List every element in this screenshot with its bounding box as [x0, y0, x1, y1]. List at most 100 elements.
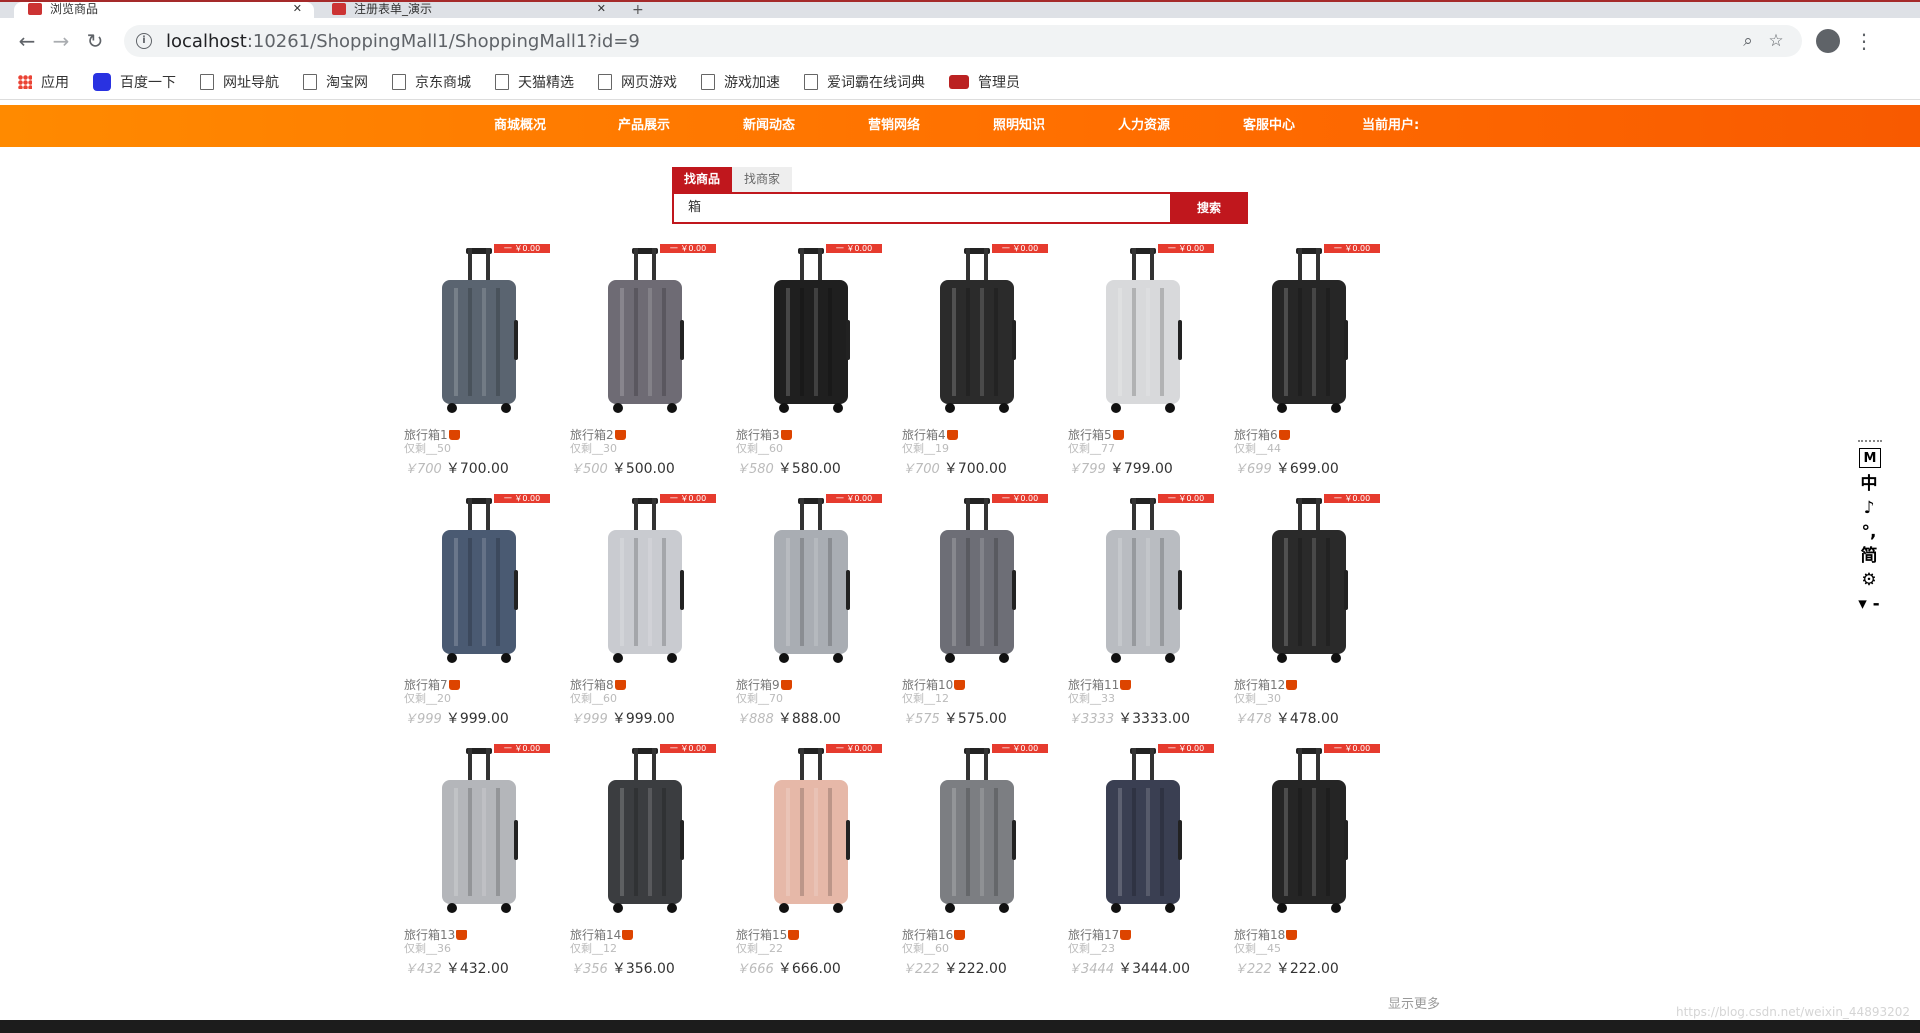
product-image[interactable] — [1234, 490, 1384, 670]
discount-tag: 一 ￥0.00 — [826, 744, 882, 753]
ime-simplified-icon[interactable]: 简 — [1858, 544, 1880, 568]
product-card[interactable]: 一 ￥0.00 旅行箱18 仅剩__45 ￥222 ￥222.00 — [1234, 740, 1384, 980]
product-card[interactable]: 一 ￥0.00 旅行箱7 仅剩__20 ￥999 ￥999.00 — [404, 490, 554, 730]
show-more-link[interactable]: 显示更多 — [1388, 993, 1440, 1012]
page-icon — [303, 73, 317, 90]
url-text[interactable]: localhost:10261/ShoppingMall1/ShoppingMa… — [166, 31, 1734, 52]
nav-item-products[interactable]: 产品展示 — [618, 105, 670, 147]
product-card[interactable]: 一 ￥0.00 旅行箱17 仅剩__23 ￥3444 ￥3444.00 — [1068, 740, 1218, 980]
bookmark-item[interactable]: 网址导航 — [200, 72, 279, 92]
cart-icon[interactable] — [622, 930, 634, 940]
bookmark-item[interactable]: 京东商城 — [392, 72, 471, 92]
cart-icon[interactable] — [1286, 930, 1298, 940]
browser-menu-icon[interactable]: ⋮ — [1854, 31, 1874, 51]
nav-item-service[interactable]: 客服中心 — [1243, 105, 1295, 147]
ime-settings-icon[interactable]: ⚙ — [1858, 568, 1880, 592]
nav-item-lighting[interactable]: 照明知识 — [993, 105, 1045, 147]
close-icon[interactable]: ✕ — [597, 2, 606, 16]
bookmark-apps[interactable]: 应用 — [18, 72, 69, 92]
product-image[interactable] — [1234, 240, 1384, 420]
cart-icon[interactable] — [780, 680, 792, 690]
cart-icon[interactable] — [1120, 680, 1132, 690]
bookmark-item[interactable]: 网页游戏 — [598, 72, 677, 92]
product-card[interactable]: 一 ￥0.00 旅行箱14 仅剩__12 ￥356 ￥356.00 — [570, 740, 720, 980]
reload-icon[interactable]: ↻ — [78, 24, 112, 58]
cart-icon[interactable] — [614, 430, 626, 440]
product-image[interactable] — [1068, 740, 1218, 920]
cart-icon[interactable] — [954, 680, 966, 690]
bookmark-item[interactable]: 游戏加速 — [701, 72, 780, 92]
search-input[interactable]: 箱 — [674, 194, 1172, 222]
cart-icon[interactable] — [614, 680, 626, 690]
profile-avatar-icon[interactable] — [1816, 29, 1840, 53]
product-image[interactable] — [570, 490, 720, 670]
nav-item-news[interactable]: 新闻动态 — [743, 105, 795, 147]
product-card[interactable]: 一 ￥0.00 旅行箱4 仅剩__19 ￥700 ￥700.00 — [902, 240, 1052, 480]
product-image[interactable] — [736, 490, 886, 670]
product-image[interactable] — [404, 490, 554, 670]
nav-item-overview[interactable]: 商城概况 — [494, 105, 546, 147]
product-card[interactable]: 一 ￥0.00 旅行箱5 仅剩__77 ￥799 ￥799.00 — [1068, 240, 1218, 480]
product-image[interactable] — [902, 240, 1052, 420]
search-button[interactable]: 搜索 — [1172, 194, 1246, 222]
nav-item-hr[interactable]: 人力资源 — [1118, 105, 1170, 147]
product-card[interactable]: 一 ￥0.00 旅行箱12 仅剩__30 ￥478 ￥478.00 — [1234, 490, 1384, 730]
browser-tab[interactable]: 注册表单_演示 ✕ — [318, 2, 618, 18]
bookmark-star-icon[interactable]: ☆ — [1762, 31, 1790, 51]
cart-icon[interactable] — [448, 430, 460, 440]
cart-icon[interactable] — [456, 930, 468, 940]
product-image[interactable] — [570, 240, 720, 420]
address-bar[interactable]: i localhost:10261/ShoppingMall1/Shopping… — [124, 25, 1802, 57]
cart-icon[interactable] — [946, 430, 958, 440]
bookmark-item[interactable]: 淘宝网 — [303, 72, 368, 92]
product-card[interactable]: 一 ￥0.00 旅行箱13 仅剩__36 ￥432 ￥432.00 — [404, 740, 554, 980]
bookmark-item[interactable]: 天猫精选 — [495, 72, 574, 92]
bookmark-baidu[interactable]: 百度一下 — [93, 72, 176, 92]
product-image[interactable] — [1068, 240, 1218, 420]
ime-punctuation-icon[interactable]: °, — [1858, 520, 1880, 544]
product-image[interactable] — [404, 240, 554, 420]
cart-icon[interactable] — [954, 930, 966, 940]
product-card[interactable]: 一 ￥0.00 旅行箱1 仅剩__50 ￥700 ￥700.00 — [404, 240, 554, 480]
product-card[interactable]: 一 ￥0.00 旅行箱16 仅剩__60 ￥222 ￥222.00 — [902, 740, 1052, 980]
product-image[interactable] — [570, 740, 720, 920]
product-card[interactable]: 一 ￥0.00 旅行箱2 仅剩__30 ￥500 ￥500.00 — [570, 240, 720, 480]
zoom-icon[interactable]: ⌕ — [1734, 31, 1762, 51]
product-image[interactable] — [902, 490, 1052, 670]
close-icon[interactable]: ✕ — [293, 2, 302, 16]
ime-voice-icon[interactable]: ♪ — [1858, 496, 1880, 520]
cart-icon[interactable] — [448, 680, 460, 690]
product-image[interactable] — [404, 740, 554, 920]
nav-item-marketing[interactable]: 营销网络 — [868, 105, 920, 147]
cart-icon[interactable] — [1278, 430, 1290, 440]
product-image[interactable] — [1068, 490, 1218, 670]
cart-icon[interactable] — [788, 930, 800, 940]
product-card[interactable]: 一 ￥0.00 旅行箱10 仅剩__12 ￥575 ￥575.00 — [902, 490, 1052, 730]
product-image[interactable] — [902, 740, 1052, 920]
ime-chinese-icon[interactable]: 中 — [1858, 472, 1880, 496]
new-tab-button[interactable]: + — [632, 2, 644, 18]
site-info-icon[interactable]: i — [136, 33, 152, 49]
bookmark-item[interactable]: 爱词霸在线词典 — [804, 72, 925, 92]
product-card[interactable]: 一 ￥0.00 旅行箱9 仅剩__70 ￥888 ￥888.00 — [736, 490, 886, 730]
product-card[interactable]: 一 ￥0.00 旅行箱11 仅剩__33 ￥3333 ￥3333.00 — [1068, 490, 1218, 730]
product-card[interactable]: 一 ￥0.00 旅行箱3 仅剩__60 ￥580 ￥580.00 — [736, 240, 886, 480]
product-card[interactable]: 一 ￥0.00 旅行箱6 仅剩__44 ￥699 ￥699.00 — [1234, 240, 1384, 480]
product-card[interactable]: 一 ￥0.00 旅行箱8 仅剩__60 ￥999 ￥999.00 — [570, 490, 720, 730]
product-image[interactable] — [736, 740, 886, 920]
cart-icon[interactable] — [1112, 430, 1124, 440]
cart-icon[interactable] — [1286, 680, 1298, 690]
forward-arrow-icon[interactable]: → — [44, 24, 78, 58]
product-image[interactable] — [736, 240, 886, 420]
tab-find-goods[interactable]: 找商品 — [672, 167, 732, 192]
product-card[interactable]: 一 ￥0.00 旅行箱15 仅剩__22 ￥666 ￥666.00 — [736, 740, 886, 980]
cart-icon[interactable] — [780, 430, 792, 440]
cart-icon[interactable] — [1120, 930, 1132, 940]
tab-find-sellers[interactable]: 找商家 — [732, 167, 792, 192]
back-arrow-icon[interactable]: ← — [10, 24, 44, 58]
product-image[interactable] — [1234, 740, 1384, 920]
ime-more-icon[interactable]: ▾ - — [1858, 592, 1880, 616]
browser-tab-active[interactable]: 浏览商品 ✕ — [14, 2, 314, 18]
bookmark-admin[interactable]: 管理员 — [949, 72, 1020, 92]
ime-mode-icon[interactable]: M — [1859, 448, 1881, 468]
